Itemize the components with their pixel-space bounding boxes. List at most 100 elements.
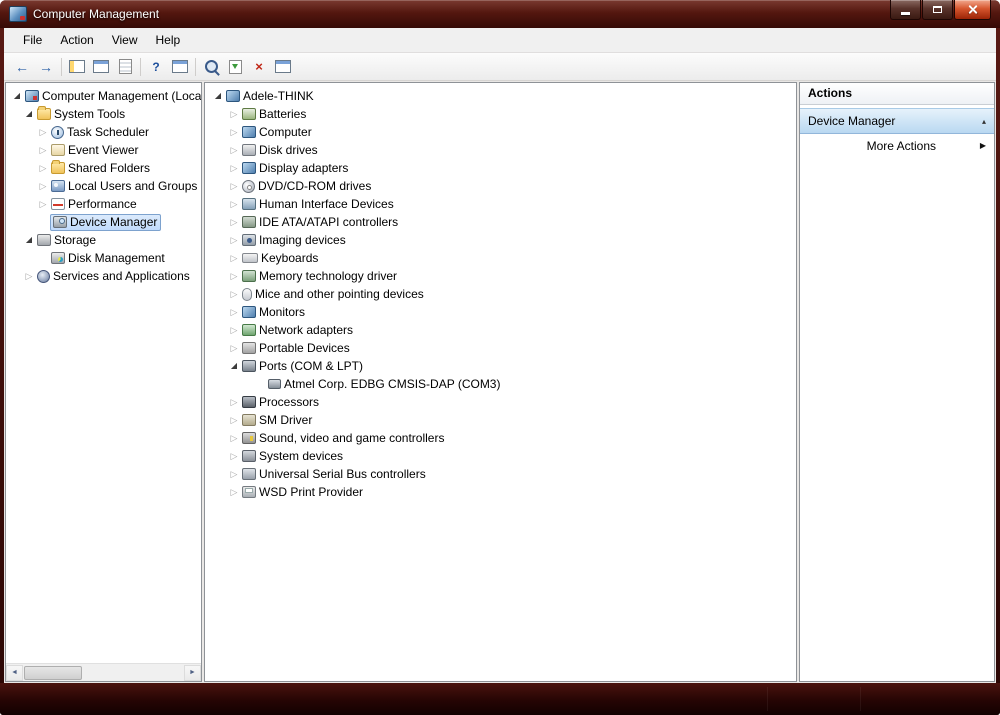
- update-driver-button[interactable]: [223, 56, 247, 78]
- help-button[interactable]: ?: [144, 56, 168, 78]
- collapse-arrow-icon[interactable]: ▷: [36, 128, 50, 137]
- device-tree-item[interactable]: ▷ IDE ATA/ATAPI controllers: [205, 213, 796, 231]
- collapse-arrow-icon[interactable]: ▷: [227, 326, 241, 335]
- tree-item-shared-folders[interactable]: ▷ Shared Folders: [6, 159, 201, 177]
- device-tree-item[interactable]: ▷ Disk drives: [205, 141, 796, 159]
- tree-item-computer-management[interactable]: ◢ Computer Management (Local: [6, 87, 201, 105]
- export-list-button[interactable]: [113, 56, 137, 78]
- device-tree-item[interactable]: ▷ Computer: [205, 123, 796, 141]
- menu-action[interactable]: Action: [51, 30, 102, 50]
- device-tree-item[interactable]: ▷ Universal Serial Bus controllers: [205, 465, 796, 483]
- collapse-arrow-icon[interactable]: ▷: [227, 434, 241, 443]
- device-tree-item[interactable]: ▷ Portable Devices: [205, 339, 796, 357]
- maximize-button[interactable]: [922, 0, 953, 20]
- collapse-arrow-icon[interactable]: ▷: [227, 182, 241, 191]
- collapse-arrow-icon[interactable]: ▷: [227, 200, 241, 209]
- properties-window-button[interactable]: [89, 56, 113, 78]
- collapse-arrow-icon[interactable]: ▷: [227, 308, 241, 317]
- scrollbar-thumb[interactable]: [24, 666, 82, 680]
- close-icon: [967, 4, 978, 15]
- collapse-arrow-icon[interactable]: ▷: [36, 146, 50, 155]
- tree-item-disk-management[interactable]: Disk Management: [6, 249, 201, 267]
- device-tree-item-com3[interactable]: Atmel Corp. EDBG CMSIS-DAP (COM3): [205, 375, 796, 393]
- collapse-arrow-icon[interactable]: ▷: [227, 110, 241, 119]
- collapse-arrow-icon[interactable]: ▷: [227, 254, 241, 263]
- device-tree-item[interactable]: ▷ Mice and other pointing devices: [205, 285, 796, 303]
- device-properties-button[interactable]: [271, 56, 295, 78]
- scan-hardware-changes-button[interactable]: [199, 56, 223, 78]
- toolbar-separator: [195, 58, 196, 76]
- menu-file[interactable]: File: [14, 30, 51, 50]
- tree-item-system-tools[interactable]: ◢ System Tools: [6, 105, 201, 123]
- collapse-arrow-icon[interactable]: ▷: [227, 218, 241, 227]
- collapse-arrow-icon[interactable]: ▷: [227, 416, 241, 425]
- device-tree-item[interactable]: ▷ System devices: [205, 447, 796, 465]
- device-tree-item[interactable]: ▷ Network adapters: [205, 321, 796, 339]
- forward-button[interactable]: →: [34, 56, 58, 78]
- selected-item-highlight[interactable]: Device Manager: [50, 214, 161, 231]
- collapse-arrow-icon[interactable]: ▷: [227, 236, 241, 245]
- collapse-arrow-icon[interactable]: ▷: [227, 146, 241, 155]
- show-console-tree-button[interactable]: [65, 56, 89, 78]
- tree-item-event-viewer[interactable]: ▷ Event Viewer: [6, 141, 201, 159]
- device-tree-item[interactable]: ▷ Display adapters: [205, 159, 796, 177]
- actions-device-manager-row[interactable]: Device Manager ▴: [800, 108, 994, 134]
- device-tree-item[interactable]: ▷ SM Driver: [205, 411, 796, 429]
- tree-item-task-scheduler[interactable]: ▷ Task Scheduler: [6, 123, 201, 141]
- minimize-button[interactable]: [890, 0, 921, 20]
- tree-label: Human Interface Devices: [259, 197, 394, 211]
- tree-label: Storage: [54, 233, 96, 247]
- collapse-arrow-icon[interactable]: ▷: [227, 290, 241, 299]
- collapse-arrow-icon[interactable]: ▷: [36, 164, 50, 173]
- collapse-arrow-icon[interactable]: ▷: [22, 272, 36, 281]
- device-tree-item[interactable]: ▷ WSD Print Provider: [205, 483, 796, 501]
- expand-arrow-icon[interactable]: ◢: [227, 362, 241, 370]
- collapse-arrow-icon[interactable]: ▷: [36, 182, 50, 191]
- close-button[interactable]: [954, 0, 991, 20]
- more-actions-row[interactable]: More Actions ▶: [800, 134, 994, 157]
- horizontal-scrollbar[interactable]: ◄ ►: [6, 663, 201, 681]
- collapse-arrow-icon[interactable]: ▷: [227, 470, 241, 479]
- collapse-arrow-icon[interactable]: ▷: [227, 344, 241, 353]
- device-tree-item[interactable]: ▷ Memory technology driver: [205, 267, 796, 285]
- menu-view[interactable]: View: [103, 30, 147, 50]
- device-tree-item[interactable]: ▷ Keyboards: [205, 249, 796, 267]
- show-action-pane-button[interactable]: [168, 56, 192, 78]
- collapse-arrow-icon[interactable]: ▷: [227, 128, 241, 137]
- device-tree-item[interactable]: ▷ Batteries: [205, 105, 796, 123]
- tree-item-storage[interactable]: ◢ Storage: [6, 231, 201, 249]
- back-button[interactable]: ←: [10, 56, 34, 78]
- device-tree-item[interactable]: ▷ Human Interface Devices: [205, 195, 796, 213]
- collapse-chevron-icon[interactable]: ▴: [982, 117, 986, 126]
- uninstall-device-button[interactable]: ×: [247, 56, 271, 78]
- device-tree-item[interactable]: ▷ Monitors: [205, 303, 796, 321]
- collapse-arrow-icon[interactable]: ▷: [227, 452, 241, 461]
- minimize-icon: [901, 12, 910, 15]
- tree-item-device-manager[interactable]: Device Manager: [6, 213, 201, 231]
- more-actions-arrow-icon[interactable]: ▶: [980, 141, 986, 150]
- device-tree-item[interactable]: ▷ Imaging devices: [205, 231, 796, 249]
- device-tree-item-ports[interactable]: ◢ Ports (COM & LPT): [205, 357, 796, 375]
- collapse-arrow-icon[interactable]: ▷: [227, 272, 241, 281]
- imaging-devices-icon: [242, 234, 256, 246]
- scroll-right-button[interactable]: ►: [184, 665, 201, 681]
- expand-arrow-icon[interactable]: ◢: [22, 236, 36, 244]
- collapse-arrow-icon[interactable]: ▷: [227, 398, 241, 407]
- scroll-left-button[interactable]: ◄: [6, 665, 23, 681]
- title-bar[interactable]: Computer Management: [0, 0, 1000, 28]
- collapse-arrow-icon[interactable]: ▷: [227, 164, 241, 173]
- expand-arrow-icon[interactable]: ◢: [10, 92, 24, 100]
- menu-help[interactable]: Help: [147, 30, 190, 50]
- tree-item-services-applications[interactable]: ▷ Services and Applications: [6, 267, 201, 285]
- expand-arrow-icon[interactable]: ◢: [211, 92, 225, 100]
- collapse-arrow-icon[interactable]: ▷: [227, 488, 241, 497]
- tree-item-local-users-groups[interactable]: ▷ Local Users and Groups: [6, 177, 201, 195]
- tree-label: Memory technology driver: [259, 269, 397, 283]
- collapse-arrow-icon[interactable]: ▷: [36, 200, 50, 209]
- device-tree-item[interactable]: ▷ Sound, video and game controllers: [205, 429, 796, 447]
- tree-item-performance[interactable]: ▷ Performance: [6, 195, 201, 213]
- device-tree-item[interactable]: ▷ Processors: [205, 393, 796, 411]
- device-tree-item[interactable]: ▷ DVD/CD-ROM drives: [205, 177, 796, 195]
- device-tree-item-root[interactable]: ◢ Adele-THINK: [205, 87, 796, 105]
- expand-arrow-icon[interactable]: ◢: [22, 110, 36, 118]
